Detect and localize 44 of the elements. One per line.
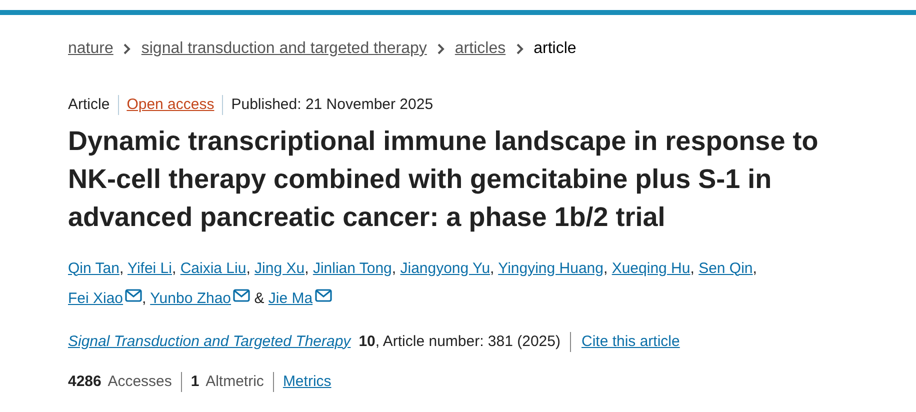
chevron-icon (123, 43, 132, 55)
metric-stat: 1 Altmetric (190, 372, 264, 392)
author-separator: , (142, 290, 146, 306)
author-link[interactable]: Yingying Huang (498, 260, 604, 276)
author-separator: , (392, 260, 396, 276)
author-link[interactable]: Yunbo Zhao (150, 290, 250, 306)
author-link[interactable]: Fei Xiao (68, 290, 142, 306)
article-type: Article (68, 95, 110, 115)
article-title: Dynamic transcriptional immune landscape in response to NK-cell therapy combined with gemcitabine plus S-1 in advanced pancreatic cancer: a phase 1b/2 trial (68, 124, 820, 234)
author-link[interactable]: Jinlian Tong (312, 260, 392, 276)
author-link[interactable]: Qin Tan (68, 260, 120, 276)
breadcrumb-link[interactable]: articles (454, 37, 506, 61)
mail-icon (125, 288, 142, 302)
published-date: Published: 21 November 2025 (231, 95, 434, 115)
author-separator: , (246, 260, 250, 276)
journal-link[interactable]: Signal Transduction and Targeted Therapy (68, 330, 351, 353)
breadcrumb-link[interactable]: signal transduction and targeted therapy (141, 37, 427, 61)
author-separator: , (172, 260, 176, 276)
chevron-icon (516, 43, 524, 55)
cite-link[interactable]: Cite this article (581, 330, 680, 353)
author-link[interactable]: Caixia Liu (180, 260, 246, 276)
author-link[interactable]: Sen Qin (698, 260, 753, 276)
volume: 10 (358, 332, 376, 352)
author-separator: & (253, 290, 264, 306)
author-separator: , (752, 260, 757, 276)
mail-icon (314, 288, 332, 302)
metric-stat: 4286 Accesses (68, 372, 172, 392)
breadcrumb-link[interactable]: nature (68, 37, 114, 61)
author-link[interactable]: Xueqing Hu (612, 260, 690, 276)
author-separator: , (603, 260, 608, 276)
author-link[interactable]: Jie Ma (268, 290, 332, 306)
article-number: , Article number: 381 (2025) (375, 332, 560, 352)
author-link[interactable]: Jing Xu (254, 260, 305, 276)
author-separator: , (690, 260, 694, 276)
author-link[interactable]: Jiangyong Yu (400, 260, 490, 276)
chevron-icon (436, 43, 445, 55)
mail-icon (233, 288, 250, 302)
author-link[interactable]: Yifei Li (128, 260, 172, 276)
author-separator: , (119, 260, 124, 276)
breadcrumb-current: article (534, 39, 576, 59)
metrics-link[interactable]: Metrics (282, 371, 332, 394)
author-separator: , (490, 260, 494, 276)
author-separator: , (304, 260, 309, 276)
open-access-link[interactable]: Open access (126, 94, 214, 116)
